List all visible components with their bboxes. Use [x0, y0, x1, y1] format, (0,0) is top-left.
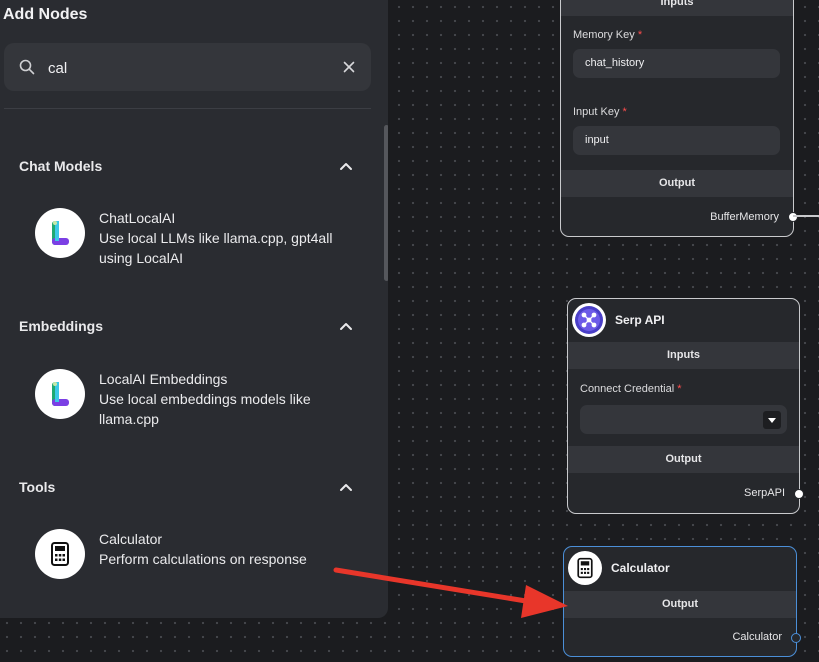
annotation-arrow: [333, 567, 568, 618]
